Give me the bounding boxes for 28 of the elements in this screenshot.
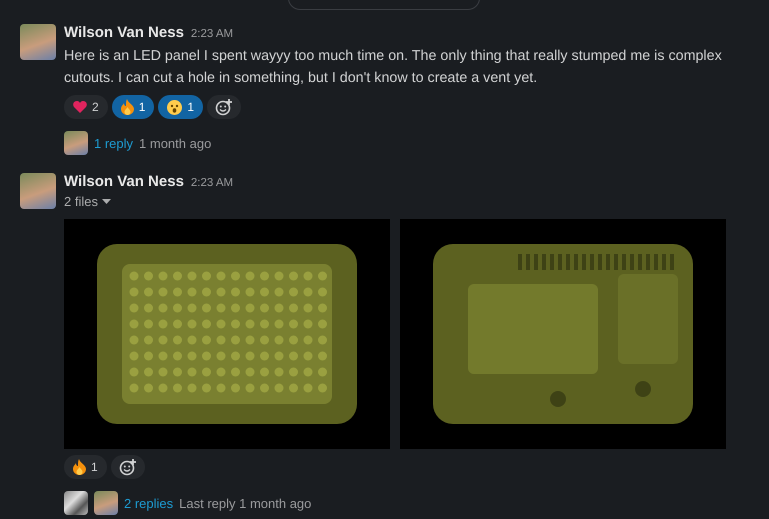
files-toggle[interactable]: 2 files — [64, 194, 111, 209]
reaction-button[interactable]: 2 — [64, 95, 108, 119]
author-name[interactable]: Wilson Van Ness — [64, 24, 184, 41]
fire-icon — [120, 99, 134, 115]
message-text: Here is an LED panel I spent wayyy too much time on. The only thing that really stumped me is complex cutouts. I can cut a hole in something, but I don't know to create a vent yet. — [64, 47, 723, 88]
replies-link[interactable]: 1 reply — [94, 136, 134, 150]
surprised-face-icon — [167, 100, 182, 114]
heart-icon — [73, 100, 87, 114]
render-image[interactable] — [64, 219, 390, 449]
reply-avatar — [64, 491, 88, 515]
add-reaction-button[interactable] — [110, 455, 145, 479]
reply-avatar — [64, 131, 88, 155]
reaction-button[interactable]: 1 — [112, 95, 154, 119]
reaction-button[interactable]: 1 — [158, 95, 204, 119]
message-time[interactable]: 2:23 AM — [190, 28, 234, 40]
author-name[interactable]: Wilson Van Ness — [64, 173, 184, 190]
render-image[interactable] — [400, 219, 726, 449]
last-reply-time: 1 month ago — [139, 136, 212, 150]
add-reaction-icon — [118, 458, 137, 476]
reaction-button[interactable]: 1 — [64, 455, 107, 479]
fire-icon — [73, 459, 86, 475]
add-reaction-button[interactable] — [207, 95, 242, 119]
message-time[interactable]: 2:23 AM — [190, 177, 234, 189]
replies-link[interactable]: 2 replies — [124, 496, 174, 510]
caret-icon — [102, 198, 111, 204]
last-reply-time: Last reply 1 month ago — [179, 496, 312, 510]
reply-avatar — [94, 491, 118, 515]
add-reaction-icon — [215, 98, 234, 116]
